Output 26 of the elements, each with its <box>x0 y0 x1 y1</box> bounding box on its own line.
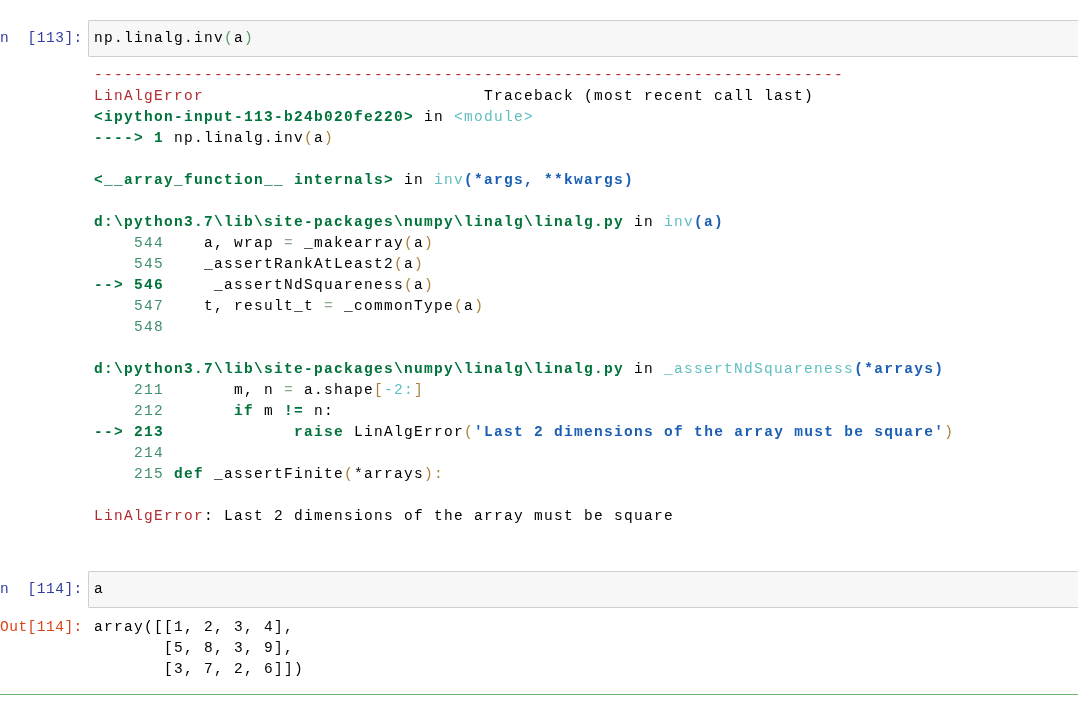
traceback-line: <__array_function__ internals> in inv(*args, **kwargs) <box>94 171 635 190</box>
traceback-line: 215 def _assertFinite(*arrays): <box>133 465 445 484</box>
input-prompt: n [114]: <box>0 580 82 599</box>
traceback-line: <ipython-input-113-b24b020fe220> in <module> <box>94 108 535 127</box>
traceback-line: d:\python3.7\lib\site-packages\numpy\linalg\linalg.py in inv(a) <box>94 213 725 232</box>
output-line: [3, 7, 2, 6]]) <box>163 660 305 679</box>
traceback-line: 544 a, wrap = _makearray(a) <box>133 234 435 253</box>
traceback-line: 547 t, result_t = _commonType(a) <box>133 297 485 316</box>
input-prompt: n [113]: <box>0 29 82 48</box>
traceback-line: 548 <box>133 318 164 337</box>
code-input-cell[interactable]: a <box>88 571 1078 608</box>
traceback-line: LinAlgError Traceback (most recent call last) <box>94 87 815 106</box>
traceback-line: d:\python3.7\lib\site-packages\numpy\linalg\linalg.py in _assertNdSquareness(*arrays) <box>94 360 945 379</box>
traceback-line: --------------------------------------------------------------------------- <box>94 66 845 85</box>
output-line: [5, 8, 3, 9], <box>163 639 295 658</box>
traceback-line: 212 if m != n: <box>133 402 335 421</box>
traceback-line: --> 213 raise LinAlgError('Last 2 dimensions of the array must be square') <box>94 423 955 442</box>
traceback-line: --> 546 _assertNdSquareness(a) <box>94 276 435 295</box>
traceback-line: 211 m, n = a.shape[-2:] <box>133 381 425 400</box>
traceback-line: 545 _assertRankAtLeast2(a) <box>133 255 425 274</box>
code-input-cell[interactable]: np.linalg.inv(a) <box>88 20 1078 57</box>
traceback-line: ----> 1 np.linalg.inv(a) <box>94 129 335 148</box>
output-line: array([[1, 2, 3, 4], <box>94 618 295 637</box>
output-prompt: Out[114]: <box>0 618 82 637</box>
traceback-line: 214 <box>133 444 164 463</box>
traceback-line: LinAlgError: Last 2 dimensions of the array must be square <box>94 507 675 526</box>
